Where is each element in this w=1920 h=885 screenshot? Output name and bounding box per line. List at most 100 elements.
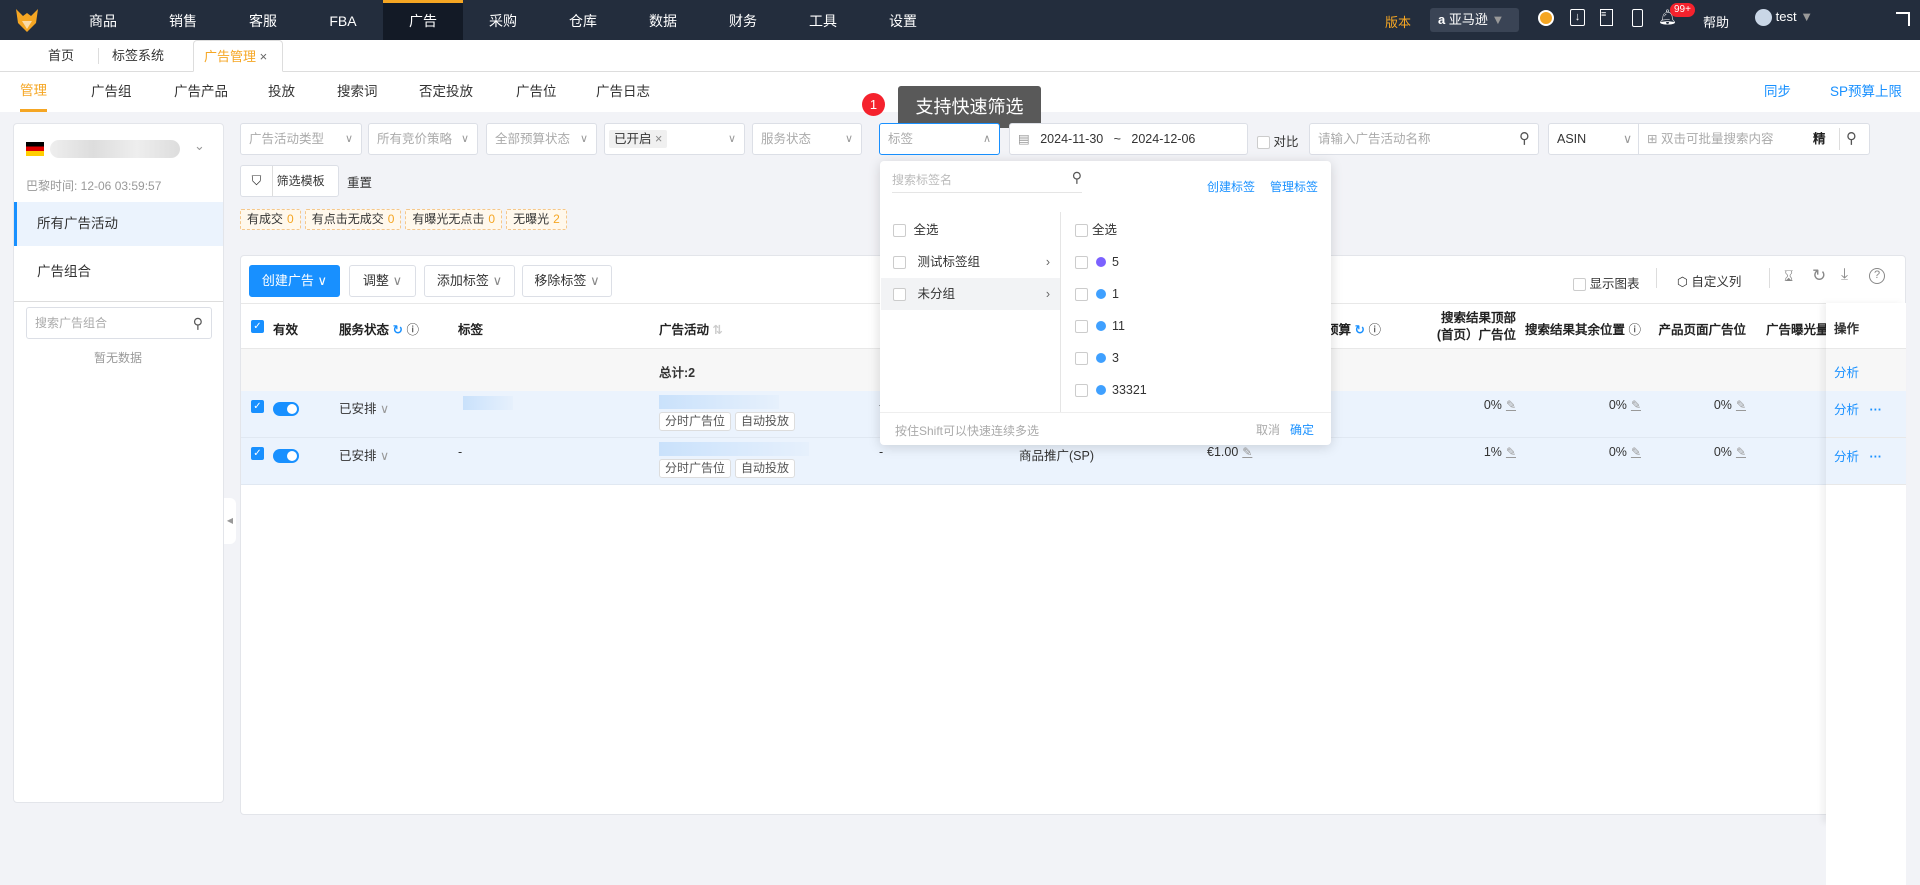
- nav-item[interactable]: FBA: [303, 0, 383, 40]
- tag-group-item[interactable]: 全选: [881, 214, 1060, 246]
- header-service-status[interactable]: 服务状态 ↻ ⓘ: [339, 319, 419, 338]
- export-icon[interactable]: ⤓: [1841, 266, 1848, 284]
- row-checkbox[interactable]: ✓: [251, 447, 264, 460]
- edit-icon[interactable]: ✎: [1506, 398, 1516, 412]
- tag-item[interactable]: 全选: [1075, 214, 1117, 246]
- checkbox[interactable]: [1075, 320, 1088, 334]
- customer-service-icon[interactable]: [1538, 10, 1554, 26]
- custom-columns-button[interactable]: ⬡ 自定义列: [1677, 271, 1741, 290]
- sp-budget-limit-link[interactable]: SP预算上限: [1830, 72, 1902, 112]
- tab-home[interactable]: 首页: [48, 40, 74, 72]
- select-all-checkbox[interactable]: ✓: [251, 320, 264, 333]
- edit-icon[interactable]: ✎: [1506, 445, 1516, 459]
- checkbox[interactable]: [1075, 384, 1088, 398]
- checkbox[interactable]: [1257, 136, 1270, 150]
- chevron-down-icon[interactable]: ⌄: [194, 138, 205, 154]
- subnav-item[interactable]: 广告组: [91, 72, 132, 112]
- confirm-button[interactable]: 确定: [1290, 421, 1314, 438]
- collapse-sidebar-button[interactable]: ◀: [224, 498, 236, 544]
- tag-item[interactable]: 1: [1075, 278, 1119, 310]
- search-icon[interactable]: ⚲: [193, 308, 203, 338]
- subnav-item[interactable]: 管理: [20, 72, 47, 112]
- batch-search-input[interactable]: ⊞ 双击可批量搜索内容: [1638, 124, 1773, 154]
- tab-tag-system[interactable]: 标签系统: [112, 40, 164, 72]
- more-icon[interactable]: ···: [1869, 450, 1882, 464]
- quick-tag[interactable]: 有点击无成交 0: [304, 209, 402, 230]
- nav-item[interactable]: 仓库: [543, 0, 623, 40]
- portfolio-search-input[interactable]: 搜索广告组合 ⚲: [26, 307, 212, 339]
- edit-icon[interactable]: ✎: [1736, 398, 1746, 412]
- logo-icon[interactable]: [14, 7, 40, 33]
- campaign-search-input[interactable]: 请输入广告活动名称 ⚲: [1309, 123, 1539, 155]
- new-document-icon[interactable]: ≡: [1600, 9, 1613, 26]
- service-status-select[interactable]: 服务状态 ∨: [752, 123, 862, 155]
- version-link[interactable]: 版本: [1385, 12, 1411, 31]
- campaign-name-blurred[interactable]: [659, 395, 779, 409]
- tag-item[interactable]: 3: [1075, 342, 1119, 374]
- subnav-item[interactable]: 搜索词: [337, 72, 378, 112]
- refresh-icon[interactable]: ↻: [1355, 323, 1365, 337]
- nav-item[interactable]: 数据: [623, 0, 703, 40]
- checkbox[interactable]: [1075, 224, 1088, 238]
- nav-item[interactable]: 商品: [63, 0, 143, 40]
- close-icon[interactable]: ×: [260, 49, 268, 64]
- checkbox[interactable]: [893, 288, 906, 302]
- help-link[interactable]: 帮助: [1703, 12, 1729, 31]
- edit-icon[interactable]: ✎: [1242, 445, 1252, 459]
- user-menu[interactable]: test ▼: [1755, 9, 1813, 27]
- table-row[interactable]: ✓ 已安排 ∨ - 分时广告位 自动投放 - 商品推广(SP) €1.00 ✎ 1%…: [241, 438, 1905, 485]
- tag-group-item[interactable]: 测试标签组 ›: [881, 246, 1060, 278]
- subnav-item[interactable]: 广告日志: [596, 72, 650, 112]
- adjust-button[interactable]: 调整 ∨: [349, 265, 416, 297]
- manage-tag-link[interactable]: 管理标签: [1270, 178, 1318, 195]
- rest-of-search-cell[interactable]: 0% ✎: [1517, 398, 1641, 412]
- top-of-search-cell[interactable]: 0% ✎: [1401, 398, 1516, 412]
- edit-icon[interactable]: ✎: [1736, 445, 1746, 459]
- campaign-status-select[interactable]: 已开启 × ∨: [604, 123, 745, 155]
- create-tag-link[interactable]: 创建标签: [1207, 178, 1255, 195]
- refresh-icon[interactable]: ↻: [1812, 266, 1826, 286]
- nav-item[interactable]: 财务: [703, 0, 783, 40]
- fullscreen-icon[interactable]: [1896, 12, 1910, 26]
- nav-item[interactable]: 工具: [783, 0, 863, 40]
- asin-select[interactable]: ASIN: [1557, 132, 1586, 146]
- quick-tag[interactable]: 无曝光 2: [506, 209, 567, 230]
- remove-tag-button[interactable]: 移除标签 ∨: [522, 265, 612, 297]
- subnav-item[interactable]: 广告位: [516, 72, 557, 112]
- top-of-search-cell[interactable]: 1% ✎: [1401, 445, 1516, 459]
- refresh-icon[interactable]: ↻: [393, 323, 403, 337]
- header-campaign[interactable]: 广告活动 ⇅: [659, 319, 723, 338]
- filter-template-button[interactable]: ⛉ 筛选模板: [240, 165, 339, 197]
- subnav-item[interactable]: 否定投放: [419, 72, 473, 112]
- exact-match-toggle[interactable]: 精: [1813, 124, 1826, 154]
- tag-search-input[interactable]: 搜索标签名 ⚲: [892, 169, 1082, 193]
- checkbox[interactable]: [893, 256, 906, 270]
- search-icon[interactable]: ⚲: [1072, 169, 1082, 186]
- subnav-item[interactable]: 投放: [268, 72, 295, 112]
- tag-group-item[interactable]: 未分组 ›: [881, 278, 1060, 310]
- service-status-select[interactable]: 已安排 ∨: [339, 445, 389, 464]
- compare-checkbox[interactable]: 对比: [1257, 131, 1299, 150]
- search-icon[interactable]: ⚲: [1839, 128, 1857, 150]
- nav-item[interactable]: 采购: [463, 0, 543, 40]
- cancel-button[interactable]: 取消: [1256, 421, 1280, 438]
- tag-item[interactable]: 11: [1075, 310, 1125, 342]
- checkbox[interactable]: [1075, 288, 1088, 302]
- row-checkbox[interactable]: ✓: [251, 400, 264, 413]
- show-chart-checkbox[interactable]: 显示图表: [1573, 273, 1640, 292]
- product-page-cell[interactable]: 0% ✎: [1641, 398, 1746, 412]
- checkbox[interactable]: [1075, 352, 1088, 366]
- date-range-picker[interactable]: ▤ 2024-11-30 ~ 2024-12-06: [1009, 123, 1248, 155]
- nav-item[interactable]: 客服: [223, 0, 303, 40]
- hourglass-icon[interactable]: ⌛︎: [1784, 268, 1793, 285]
- analyze-link[interactable]: 分析: [1834, 403, 1859, 417]
- analyze-link[interactable]: 分析: [1834, 450, 1859, 464]
- platform-select[interactable]: a 亚马逊 ▼: [1430, 8, 1519, 32]
- edit-icon[interactable]: ✎: [1631, 445, 1641, 459]
- mobile-icon[interactable]: [1632, 9, 1643, 27]
- rest-of-search-cell[interactable]: 0% ✎: [1517, 445, 1641, 459]
- edit-icon[interactable]: ✎: [1631, 398, 1641, 412]
- create-ad-button[interactable]: 创建广告 ∨: [249, 265, 340, 297]
- product-page-cell[interactable]: 0% ✎: [1641, 445, 1746, 459]
- nav-item[interactable]: 广告: [383, 0, 463, 40]
